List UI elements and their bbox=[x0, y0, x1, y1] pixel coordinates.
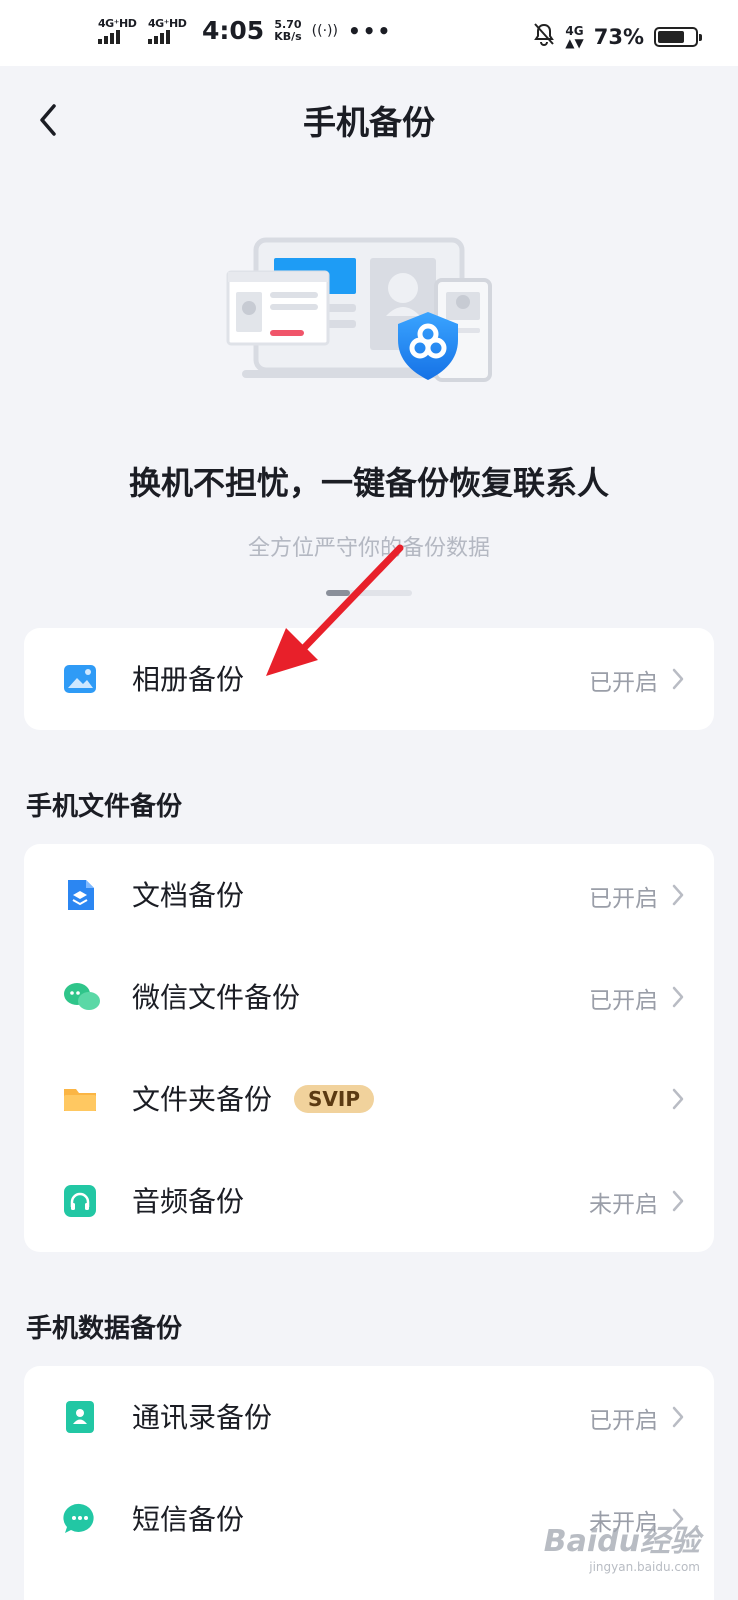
page-indicator bbox=[326, 590, 412, 596]
photo-icon bbox=[62, 661, 98, 697]
sim2-signal-icon: 4G⁺HD bbox=[148, 16, 188, 44]
speed-value: 5.70 bbox=[274, 17, 302, 31]
sim2-label: 4G⁺HD bbox=[148, 16, 187, 30]
mobile-data-icon: 4G ▲▼ bbox=[565, 23, 584, 50]
headphones-icon bbox=[62, 1183, 98, 1219]
row-status: 已开启 bbox=[589, 1408, 658, 1434]
watermark-site: jingyan.baidu.com bbox=[589, 1560, 700, 1574]
row-status: 已开启 bbox=[589, 670, 658, 696]
sim1-signal-icon: 4G⁺HD bbox=[98, 16, 138, 44]
row-label-text: 文件夹备份 bbox=[132, 1083, 273, 1116]
contacts-icon bbox=[62, 1399, 98, 1435]
sms-icon bbox=[62, 1501, 98, 1537]
photo-backup-card: 相册备份 已开启 bbox=[24, 628, 714, 730]
row-label: 微信文件备份 bbox=[132, 981, 301, 1014]
file-backup-card: 文档备份 已开启 微信文件备份 已开启 文件夹备份 SVIP 音频备份 未开启 bbox=[24, 844, 714, 1252]
watermark-brand: Baidu经验 bbox=[543, 1524, 700, 1559]
sim1-label: 4G⁺HD bbox=[98, 16, 137, 30]
clock: 4:05 bbox=[202, 16, 265, 45]
chevron-right-icon bbox=[672, 1190, 684, 1212]
row-label: 相册备份 bbox=[132, 663, 245, 696]
hotspot-icon: ((·)) bbox=[311, 22, 338, 39]
row-label: 音频备份 bbox=[132, 1185, 245, 1218]
chevron-right-icon bbox=[672, 884, 684, 906]
data-network-label: 4G bbox=[565, 23, 584, 38]
chevron-right-icon bbox=[672, 1088, 684, 1110]
battery-percent: 73% bbox=[593, 24, 644, 49]
hero-headline: 换机不担忧，一键备份恢复联系人 bbox=[128, 464, 609, 502]
row-label: 短信备份 bbox=[132, 1503, 245, 1536]
battery-icon bbox=[654, 26, 702, 47]
folder-icon bbox=[62, 1081, 98, 1117]
folder-backup-row[interactable]: 文件夹备份 SVIP bbox=[24, 1048, 714, 1150]
audio-backup-row[interactable]: 音频备份 未开启 bbox=[24, 1150, 714, 1252]
chevron-right-icon bbox=[672, 668, 684, 690]
page-title: 手机备份 bbox=[303, 103, 435, 142]
app-header: 手机备份 bbox=[0, 66, 738, 174]
chevron-right-icon bbox=[672, 986, 684, 1008]
speed-unit: KB/s bbox=[274, 29, 302, 43]
document-icon bbox=[62, 877, 98, 913]
chevron-right-icon bbox=[672, 1406, 684, 1428]
more-notifications-icon: ••• bbox=[347, 18, 393, 43]
document-backup-row[interactable]: 文档备份 已开启 bbox=[24, 844, 714, 946]
section-title-file-backup: 手机文件备份 bbox=[26, 792, 183, 822]
hero-subline: 全方位严守你的备份数据 bbox=[247, 536, 490, 561]
contacts-backup-row[interactable]: 通讯录备份 已开启 bbox=[24, 1366, 714, 1468]
wechat-file-backup-row[interactable]: 微信文件备份 已开启 bbox=[24, 946, 714, 1048]
status-bar: 4G⁺HD 4G⁺HD 4:05 5.70 KB/s ((·)) ••• 4G ▲… bbox=[0, 0, 738, 66]
section-title-data-backup: 手机数据备份 bbox=[26, 1314, 183, 1344]
svip-badge: SVIP bbox=[294, 1085, 374, 1113]
backup-illustration bbox=[226, 237, 492, 382]
row-status: 未开启 bbox=[589, 1192, 658, 1218]
watermark: Baidu经验 jingyan.baidu.com bbox=[544, 1516, 700, 1574]
row-status: 已开启 bbox=[589, 988, 658, 1014]
row-label: 文档备份 bbox=[132, 879, 245, 912]
network-speed: 5.70 KB/s bbox=[274, 17, 302, 43]
mute-bell-icon bbox=[533, 22, 555, 51]
row-label: 通讯录备份 bbox=[132, 1401, 273, 1434]
row-label: 文件夹备份 SVIP bbox=[132, 1078, 374, 1118]
row-status: 已开启 bbox=[589, 886, 658, 912]
photo-backup-row[interactable]: 相册备份 已开启 bbox=[24, 628, 714, 730]
wechat-icon bbox=[62, 979, 100, 1015]
